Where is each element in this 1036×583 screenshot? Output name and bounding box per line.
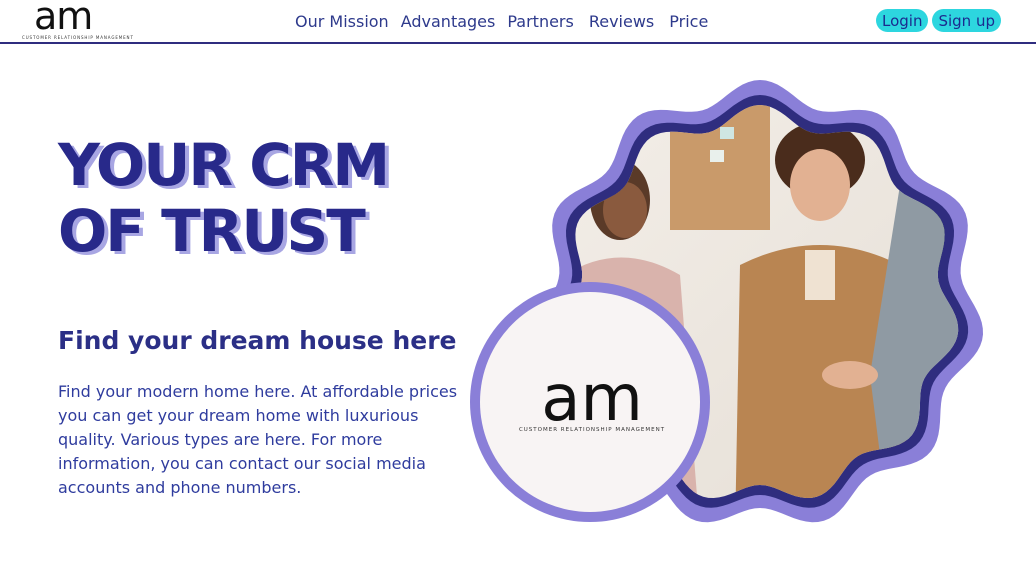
nav-partners[interactable]: Partners <box>507 12 573 31</box>
nav-our-mission[interactable]: Our Mission <box>295 12 389 31</box>
hero-title-line2: OF TRUST <box>58 197 366 265</box>
business-handshake-photo: am CUSTOMER RELATIONSHIP MANAGEMENT <box>470 80 983 523</box>
top-header: am CUSTOMER RELATIONSHIP MANAGEMENT Our … <box>0 0 1036 44</box>
logo-mark: am <box>34 0 93 38</box>
hero-art: am CUSTOMER RELATIONSHIP MANAGEMENT <box>470 75 1000 535</box>
hero-subtitle: Find your dream house here <box>58 326 457 355</box>
nav-price[interactable]: Price <box>669 12 708 31</box>
nav-reviews[interactable]: Reviews <box>589 12 654 31</box>
hero-title-line1: YOUR CRM <box>58 131 390 199</box>
signup-button[interactable]: Sign up <box>932 9 1001 32</box>
badge-logo-mark: am <box>541 362 643 436</box>
hero-description: Find your modern home here. At affordabl… <box>58 382 458 497</box>
brand-logo[interactable]: am CUSTOMER RELATIONSHIP MANAGEMENT <box>22 0 134 44</box>
login-button[interactable]: Login <box>876 9 929 32</box>
nav-advantages[interactable]: Advantages <box>401 12 496 31</box>
logo-subtitle: CUSTOMER RELATIONSHIP MANAGEMENT <box>22 35 134 40</box>
main-nav: Our Mission Advantages Partners Reviews … <box>295 0 720 42</box>
badge-logo-subtitle: CUSTOMER RELATIONSHIP MANAGEMENT <box>519 427 665 433</box>
auth-buttons: Login Sign up <box>876 9 1001 32</box>
hero-title: YOUR CRM OF TRUST <box>58 132 478 264</box>
